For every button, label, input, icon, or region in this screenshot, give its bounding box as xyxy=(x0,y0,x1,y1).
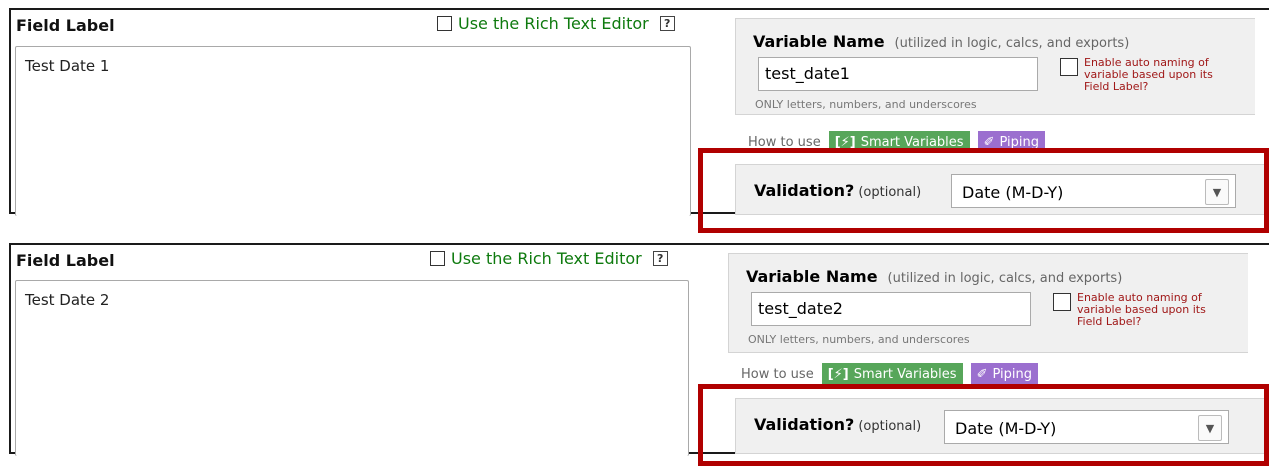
variable-name-heading: Variable Name xyxy=(753,32,885,51)
variable-name-section: Variable Name (utilized in logic, calcs, … xyxy=(735,18,1255,115)
auto-naming-label: Enable auto naming of variable based upo… xyxy=(1084,56,1213,93)
piping-label: Piping xyxy=(992,366,1033,382)
variable-name-note: ONLY letters, numbers, and underscores xyxy=(755,98,977,111)
variable-name-hint: (utilized in logic, calcs, and exports) xyxy=(894,36,1130,51)
variable-name-title: Variable Name (utilized in logic, calcs, … xyxy=(746,267,1122,286)
variable-name-input[interactable]: test_date2 xyxy=(751,292,1031,326)
how-to-use-label: How to use xyxy=(741,366,814,382)
smart-variables-icon: [⚡] xyxy=(827,366,849,382)
rte-checkbox[interactable] xyxy=(437,16,452,31)
variable-name-title: Variable Name (utilized in logic, calcs, … xyxy=(753,32,1129,51)
rte-label: Use the Rich Text Editor xyxy=(458,14,649,33)
rich-text-editor-toggle[interactable]: Use the Rich Text Editor ? xyxy=(437,14,675,33)
piping-button[interactable]: ✐ Piping xyxy=(970,363,1039,385)
piping-icon: ✐ xyxy=(976,366,988,382)
auto-naming-option[interactable]: Enable auto naming of variable based upo… xyxy=(1060,57,1214,93)
smart-variables-button[interactable]: [⚡] Smart Variables xyxy=(821,363,963,385)
variable-name-input[interactable]: test_date1 xyxy=(758,57,1038,91)
smart-variables-label: Smart Variables xyxy=(853,366,957,382)
how-to-use-row: How to use [⚡] Smart Variables ✐ Piping xyxy=(741,363,1039,385)
field-label-title: Field Label xyxy=(16,16,115,35)
validation-highlight-box xyxy=(698,384,1269,466)
field-label-title: Field Label xyxy=(16,251,115,270)
variable-name-note: ONLY letters, numbers, and underscores xyxy=(748,333,970,346)
auto-naming-option[interactable]: Enable auto naming of variable based upo… xyxy=(1053,292,1207,328)
variable-name-section: Variable Name (utilized in logic, calcs, … xyxy=(728,253,1248,353)
field-label-textarea[interactable]: Test Date 1 xyxy=(15,46,691,216)
auto-naming-checkbox[interactable] xyxy=(1060,58,1078,76)
variable-name-hint: (utilized in logic, calcs, and exports) xyxy=(887,271,1123,286)
help-icon[interactable]: ? xyxy=(659,16,675,31)
rte-checkbox[interactable] xyxy=(430,251,445,266)
field-label-textarea[interactable]: Test Date 2 xyxy=(15,280,689,456)
help-icon[interactable]: ? xyxy=(652,251,668,266)
auto-naming-label: Enable auto naming of variable based upo… xyxy=(1077,291,1206,328)
validation-highlight-box xyxy=(698,148,1269,233)
auto-naming-checkbox[interactable] xyxy=(1053,293,1071,311)
variable-name-heading: Variable Name xyxy=(746,267,878,286)
rich-text-editor-toggle[interactable]: Use the Rich Text Editor ? xyxy=(430,249,668,268)
rte-label: Use the Rich Text Editor xyxy=(451,249,642,268)
